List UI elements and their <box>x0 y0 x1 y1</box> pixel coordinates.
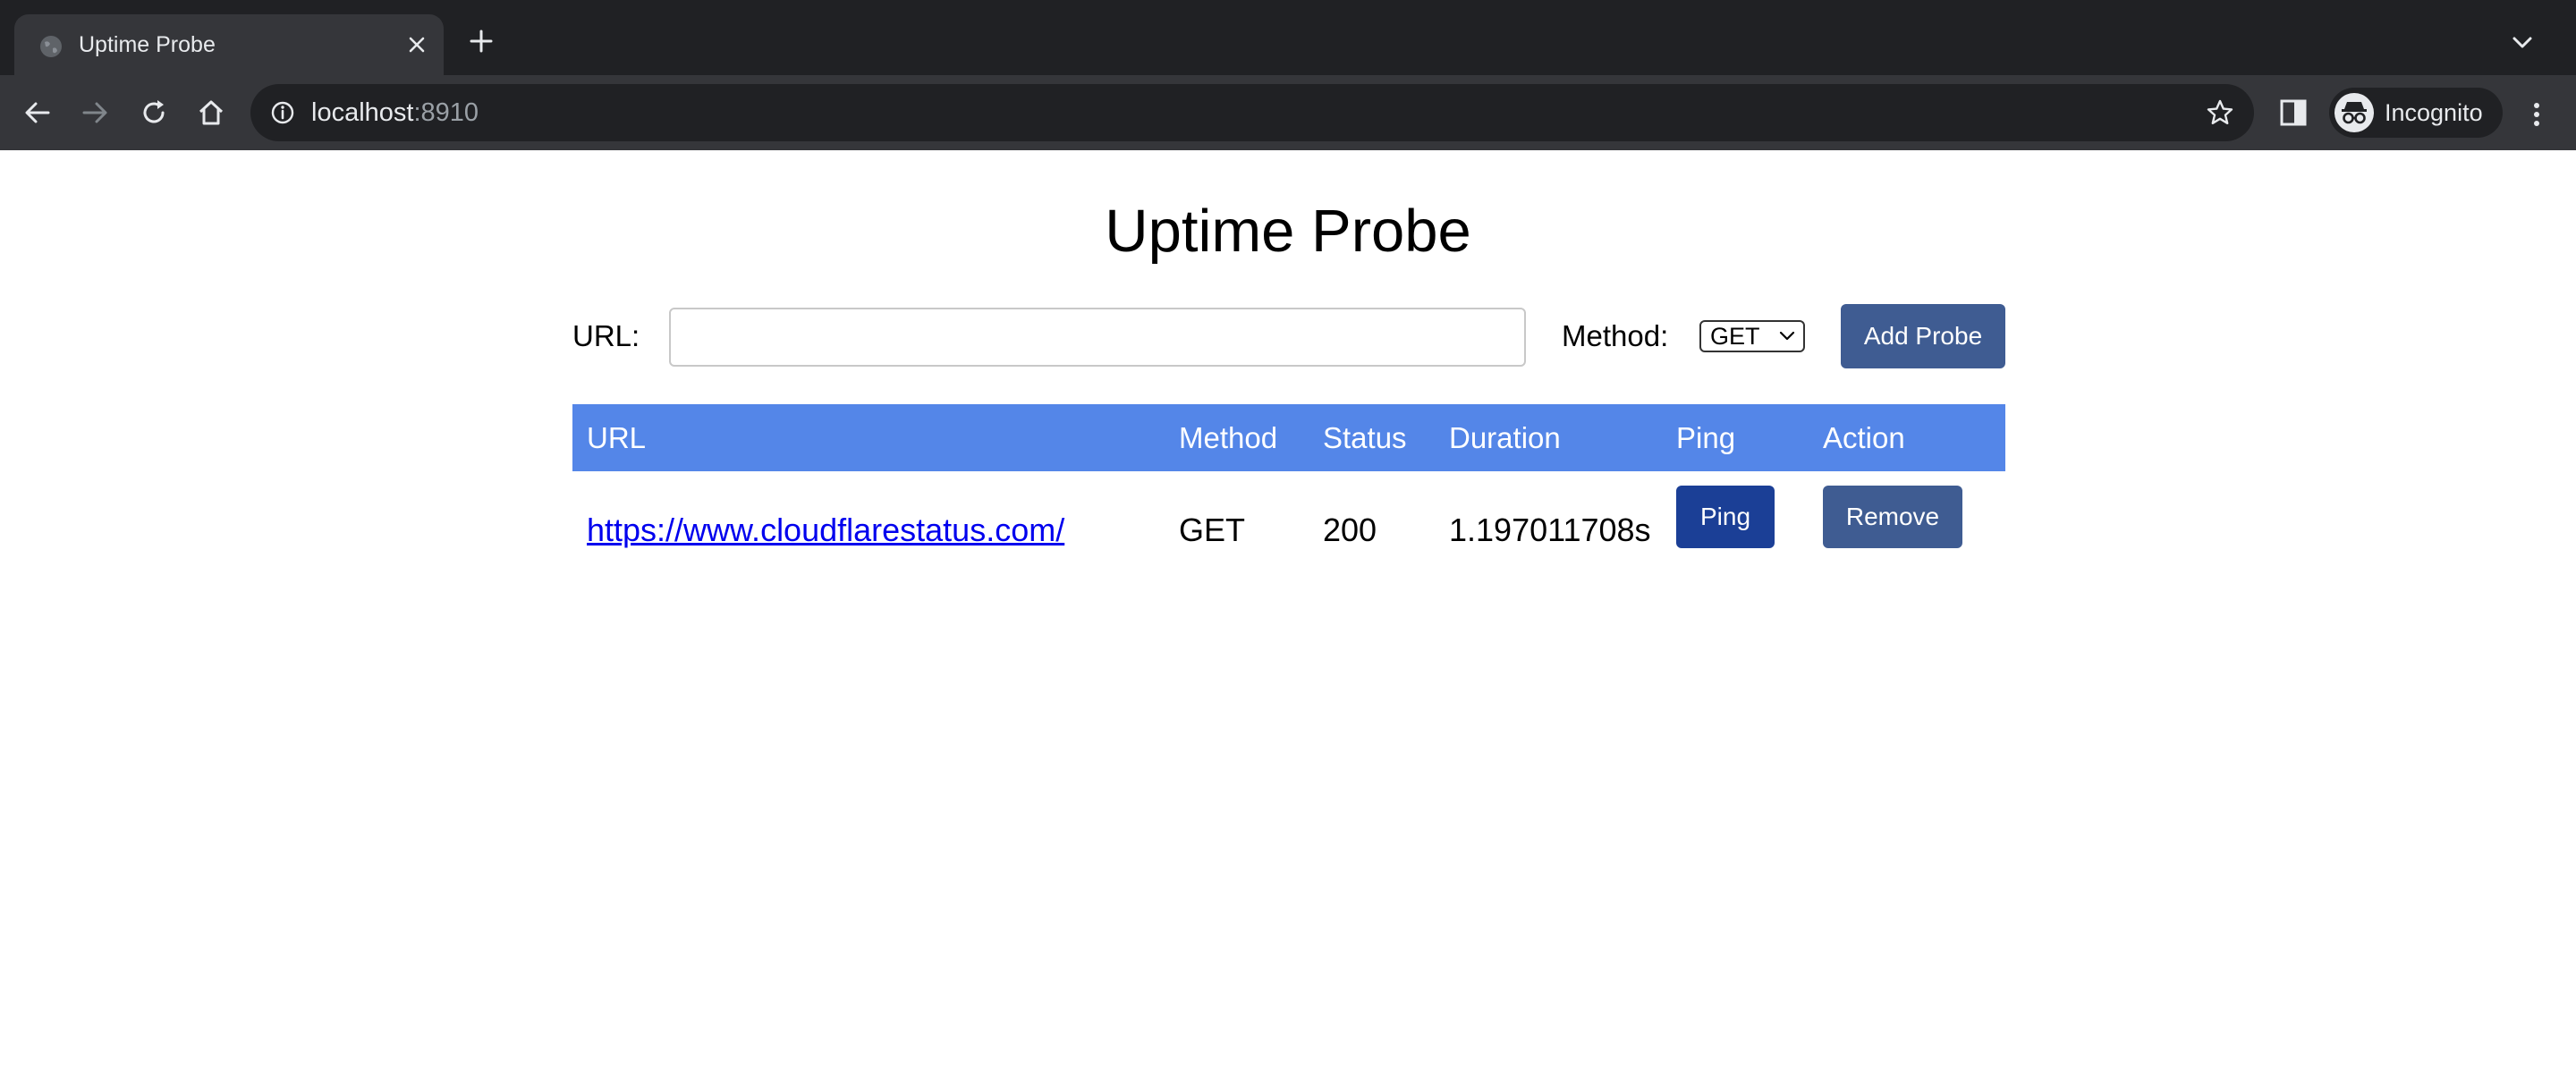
close-icon[interactable] <box>404 32 429 57</box>
column-header-action: Action <box>1823 421 1905 454</box>
probe-url-cell: https://www.cloudflarestatus.com/ <box>587 509 1064 552</box>
kebab-menu-icon[interactable] <box>2522 98 2551 131</box>
probe-url-link[interactable]: https://www.cloudflarestatus.com/ <box>587 512 1064 548</box>
page-title: Uptime Probe <box>1105 198 1471 265</box>
globe-icon <box>38 33 64 60</box>
add-probe-button[interactable]: Add Probe <box>1841 304 2005 368</box>
column-header-status: Status <box>1323 421 1407 454</box>
remove-button[interactable]: Remove <box>1823 486 1962 548</box>
address-url: localhost:8910 <box>311 97 479 129</box>
browser-tab-active[interactable]: Uptime Probe <box>14 14 444 75</box>
tab-title: Uptime Probe <box>79 32 216 57</box>
url-label: URL: <box>572 319 640 352</box>
column-header-ping: Ping <box>1676 421 1736 454</box>
home-icon[interactable] <box>195 97 227 129</box>
method-select-value: GET <box>1710 323 1760 350</box>
probe-status-cell: 200 <box>1323 512 1377 548</box>
method-label: Method: <box>1562 319 1669 352</box>
side-panel-icon[interactable] <box>2279 97 2308 129</box>
new-tab-plus-icon[interactable] <box>469 29 494 54</box>
chevron-down-icon[interactable] <box>2510 34 2535 52</box>
info-icon[interactable] <box>270 100 295 125</box>
method-select[interactable]: GET <box>1699 320 1805 352</box>
address-port: :8910 <box>413 98 479 127</box>
table-row: https://www.cloudflarestatus.com/ GET 20… <box>572 471 2005 604</box>
reload-icon[interactable] <box>138 97 170 129</box>
incognito-icon <box>2334 93 2374 132</box>
table-header: URL Method Status Duration Ping Action <box>572 404 2005 471</box>
browser-toolbar: localhost:8910 Incognito <box>0 75 2576 150</box>
incognito-profile-chip[interactable]: Incognito <box>2329 88 2503 138</box>
profile-label: Incognito <box>2385 99 2483 126</box>
forward-arrow-icon[interactable] <box>79 97 111 129</box>
probe-method-cell: GET <box>1179 512 1246 548</box>
ping-button[interactable]: Ping <box>1676 486 1775 548</box>
star-bookmark-icon[interactable] <box>2206 98 2234 127</box>
chevron-down-icon <box>1778 330 1796 343</box>
column-header-method: Method <box>1179 421 1278 454</box>
back-arrow-icon[interactable] <box>21 97 54 129</box>
column-header-url: URL <box>587 421 647 454</box>
address-bar[interactable]: localhost:8910 <box>250 84 2254 141</box>
probe-duration-cell: 1.197011708s <box>1449 512 1651 548</box>
column-header-duration: Duration <box>1449 421 1561 454</box>
address-host: localhost <box>311 98 414 127</box>
tab-strip: Uptime Probe <box>0 0 2576 75</box>
url-input[interactable] <box>669 308 1526 367</box>
